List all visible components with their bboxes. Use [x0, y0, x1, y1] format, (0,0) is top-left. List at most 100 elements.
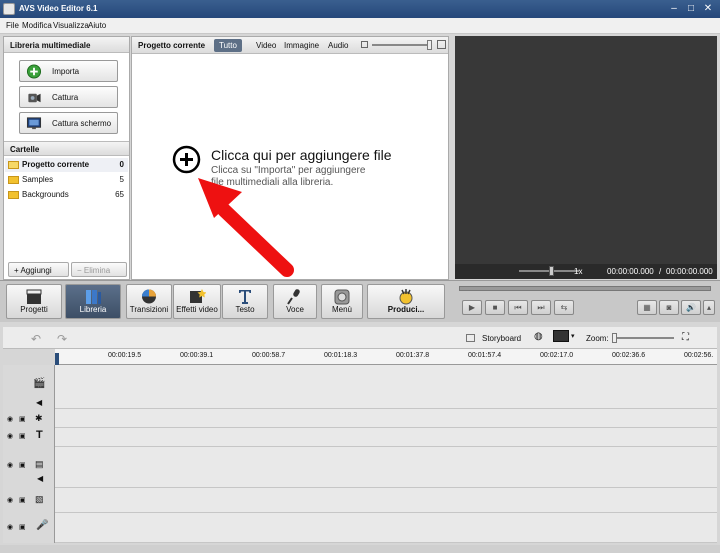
menu-disc-button[interactable]: Menù — [321, 284, 363, 319]
projects-label: Progetti — [20, 305, 48, 314]
previous-frame-button[interactable]: ⏮ — [508, 300, 528, 315]
storyboard-toggle-icon[interactable] — [466, 334, 475, 342]
red-arrow-annotation — [198, 178, 294, 277]
library-button[interactable]: Libreria — [65, 284, 121, 319]
effects-track[interactable] — [55, 409, 717, 428]
ruler-tick: 00:01:57.4 — [468, 352, 502, 359]
folder-name: Samples — [22, 175, 54, 184]
speed-value: 1x — [574, 267, 583, 276]
video-track[interactable] — [55, 365, 717, 409]
capture-button[interactable]: Cattura — [19, 86, 118, 108]
voice-button[interactable]: Voce — [273, 284, 317, 319]
ruler-tick: 00:01:18.3 — [324, 352, 358, 359]
undo-icon[interactable]: ↶ — [31, 332, 41, 346]
monitor-icon[interactable] — [553, 330, 569, 342]
time-current: 00:00:00.000 — [607, 267, 654, 276]
playback-seek-bar[interactable] — [459, 286, 711, 291]
folders-header: Cartelle — [4, 141, 129, 156]
tab-video[interactable]: Video — [251, 39, 281, 52]
timeline-toolbar: ↶ ↷ Storyboard ◍ ▾ Zoom: ⛶ — [3, 327, 717, 349]
video-effects-icon — [190, 289, 206, 303]
snapshot-button[interactable]: ◙ — [659, 300, 679, 315]
timeline-tracks: 🎬 ◀ ◉ ▣ ✱ ◉ ▣ T ◉ ▣ ▤ ◀ ◉ ▣ ▧ ◉ ▣ 🎤 — [3, 365, 717, 543]
eye-icon[interactable]: ◉ — [7, 496, 13, 504]
add-folder-button[interactable]: + Aggiungi — [8, 262, 69, 277]
menu-modifica[interactable]: Modifica — [22, 21, 52, 30]
menu-file[interactable]: File — [6, 21, 19, 30]
title-bar: AVS Video Editor 6.1 – □ ✕ — [0, 0, 720, 18]
large-view-icon[interactable] — [437, 40, 446, 49]
tab-audio[interactable]: Audio — [323, 39, 353, 52]
menu-disc-label: Menù — [331, 305, 352, 314]
lock-icon[interactable]: ▣ — [19, 432, 26, 440]
zoom-slider-handle[interactable] — [612, 333, 617, 343]
small-view-icon[interactable] — [361, 41, 368, 48]
redo-icon[interactable]: ↷ — [57, 332, 67, 346]
folder-name: Progetto corrente — [22, 160, 90, 169]
plus-circle-icon — [26, 64, 42, 79]
main-toolbar: Progetti Libreria Transizioni Effetti vi… — [0, 280, 720, 322]
eye-icon[interactable]: ◉ — [7, 432, 13, 440]
library-title: Libreria multimediale — [4, 37, 129, 53]
zoom-slider[interactable] — [612, 337, 674, 339]
eye-icon[interactable]: ◉ — [7, 415, 13, 423]
lock-icon[interactable]: ▣ — [19, 496, 26, 504]
tab-immagine[interactable]: Immagine — [279, 39, 324, 52]
lock-icon[interactable]: ▣ — [19, 523, 26, 531]
import-button[interactable]: Importa — [19, 60, 118, 82]
eye-icon[interactable]: ◉ — [7, 461, 13, 469]
fit-zoom-icon[interactable]: ⛶ — [682, 332, 689, 343]
video-effects-button[interactable]: Effetti video — [173, 284, 221, 319]
volume-button[interactable]: 🔊 — [681, 300, 701, 315]
delete-folder-button[interactable]: − Elimina — [71, 262, 127, 277]
lock-icon[interactable]: ▣ — [19, 461, 26, 469]
menu-aiuto[interactable]: Aiuto — [88, 21, 106, 30]
close-button[interactable]: ✕ — [700, 2, 716, 15]
folder-name: Backgrounds — [22, 190, 69, 199]
stop-button[interactable]: ■ — [485, 300, 505, 315]
folder-item-samples[interactable]: Samples 5 — [5, 173, 128, 187]
webcam-icon[interactable]: ◍ — [534, 331, 543, 342]
lock-icon[interactable]: ▣ — [19, 415, 26, 423]
fullscreen-button[interactable]: ▦ — [637, 300, 657, 315]
loop-button[interactable]: ⇆ — [554, 300, 574, 315]
eye-icon[interactable]: ◉ — [7, 523, 13, 531]
voice-track[interactable] — [55, 513, 717, 543]
next-frame-button[interactable]: ⏭ — [531, 300, 551, 315]
status-bar — [0, 545, 720, 553]
ruler-tick: 00:02:56. — [684, 352, 714, 359]
projects-button[interactable]: Progetti — [6, 284, 62, 319]
timeline-ruler[interactable]: 00:00:19.5 00:00:39.1 00:00:58.7 00:01:1… — [55, 349, 717, 365]
folder-item-current-project[interactable]: Progetto corrente 0 — [5, 158, 128, 172]
transitions-label: Transizioni — [129, 305, 169, 314]
maximize-button[interactable]: □ — [683, 2, 699, 15]
add-files-title: Clicca qui per aggiungere file — [211, 147, 392, 163]
speed-slider-handle[interactable] — [549, 266, 554, 276]
thumbnail-size-slider[interactable] — [372, 44, 432, 46]
playhead-marker[interactable] — [55, 353, 59, 365]
screen-capture-button[interactable]: Cattura schermo — [19, 112, 118, 134]
audio-track-icon: ◀ — [36, 398, 43, 407]
chevron-down-icon[interactable]: ▾ — [571, 332, 575, 340]
video-effects-label: Effetti video — [176, 305, 218, 314]
library-icon — [86, 290, 101, 304]
produce-button[interactable]: Produci... — [367, 284, 445, 319]
music-track[interactable] — [55, 488, 717, 513]
play-button[interactable]: ▶ — [462, 300, 482, 315]
zoom-label: Zoom: — [586, 334, 609, 343]
text-track[interactable] — [55, 428, 717, 447]
menu-visualizza[interactable]: Visualizza — [53, 21, 89, 30]
ruler-tick: 00:00:19.5 — [108, 352, 142, 359]
slider-handle[interactable] — [427, 40, 432, 50]
tab-tutto[interactable]: Tutto — [214, 39, 242, 52]
project-header: Progetto corrente Tutto Video Immagine A… — [132, 37, 448, 54]
overlay-track[interactable] — [55, 447, 717, 488]
folder-item-backgrounds[interactable]: Backgrounds 65 — [5, 188, 128, 202]
overlay-track-icon: ▤ — [35, 459, 44, 469]
minimize-button[interactable]: – — [666, 2, 682, 15]
transitions-button[interactable]: Transizioni — [126, 284, 172, 319]
more-options-button[interactable]: ▴ — [703, 300, 715, 315]
library-label: Libreria — [79, 305, 107, 314]
text-button[interactable]: Testo — [222, 284, 268, 319]
storyboard-label[interactable]: Storyboard — [482, 334, 521, 343]
